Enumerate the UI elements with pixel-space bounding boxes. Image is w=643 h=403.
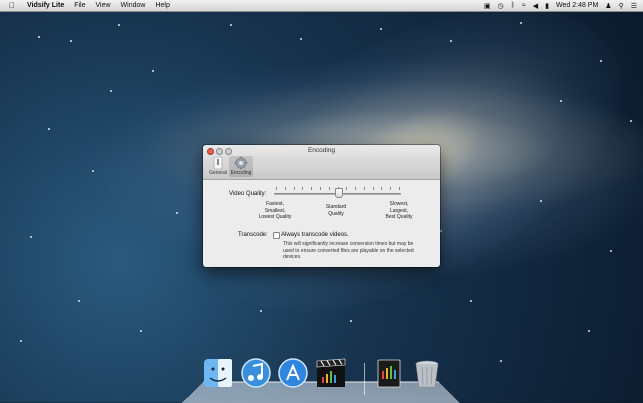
star: [230, 24, 232, 26]
star: [610, 250, 612, 252]
encoding-window: Encoding General Encoding Video Quality:: [203, 145, 440, 267]
star: [48, 128, 50, 130]
slider-tick: [363, 187, 365, 190]
slider-tick: [372, 187, 374, 190]
star: [350, 320, 352, 322]
user-icon[interactable]: ♟: [605, 2, 611, 10]
window-title: Encoding: [307, 147, 336, 154]
menu-bar:  Vidsify Lite File View Window Help ▣ ◷…: [0, 0, 643, 12]
quality-caption-high: Slowest, Largest, Best Quality: [385, 201, 413, 220]
star: [440, 230, 442, 232]
wifi-icon[interactable]: ≈: [522, 2, 526, 9]
slider-tick: [328, 187, 330, 190]
star: [300, 38, 302, 40]
list-icon[interactable]: ☰: [631, 2, 637, 10]
star: [30, 236, 32, 238]
star: [600, 60, 602, 62]
star: [560, 100, 562, 102]
star: [38, 36, 40, 38]
star: [110, 90, 112, 92]
star: [520, 22, 522, 24]
slider-tick: [276, 187, 277, 190]
battery-icon[interactable]: ▮: [545, 2, 549, 10]
slider-tick: [311, 187, 313, 190]
slider-tick: [381, 187, 383, 190]
star: [380, 28, 382, 30]
display-icon[interactable]: ▣: [484, 2, 491, 10]
always-transcode-checkbox[interactable]: [273, 232, 280, 239]
general-icon: [213, 156, 223, 170]
slider-tick: [293, 187, 295, 190]
app-store-icon[interactable]: [277, 357, 309, 389]
apple-logo-icon[interactable]: : [7, 1, 17, 10]
star: [78, 300, 80, 302]
star: [588, 330, 590, 332]
menu-help[interactable]: Help: [155, 2, 169, 9]
tab-encoding[interactable]: Encoding: [229, 156, 253, 177]
star: [540, 200, 542, 202]
menu-window[interactable]: Window: [121, 2, 146, 9]
transcode-note: This will significantly increase convers…: [283, 241, 414, 260]
video-quality-label: Video Quality:: [229, 191, 267, 197]
star: [500, 360, 502, 362]
title-bar[interactable]: Encoding General Encoding: [203, 145, 440, 180]
itunes-icon[interactable]: [240, 357, 272, 389]
slider-tick: [319, 187, 321, 190]
clock[interactable]: Wed 2:48 PM: [556, 2, 598, 9]
dock-separator: [364, 363, 365, 395]
bluetooth-icon[interactable]: ᛒ: [511, 2, 515, 9]
star: [630, 120, 632, 122]
quality-caption-standard: Standard Quality: [325, 204, 347, 217]
star: [70, 40, 72, 42]
menu-app-name[interactable]: Vidsify Lite: [27, 2, 64, 9]
encoding-pane: Video Quality: Fastest, Smallest, Lowest…: [203, 180, 440, 267]
spotlight-icon[interactable]: ⚲: [619, 2, 624, 10]
star: [140, 330, 142, 332]
slider-tick: [390, 187, 392, 190]
slider-tick: [346, 187, 348, 190]
trash-icon[interactable]: [411, 357, 443, 389]
slider-tick: [399, 187, 400, 190]
star: [450, 40, 452, 42]
star: [118, 24, 120, 26]
video-quality-slider-knob[interactable]: [334, 188, 343, 198]
gear-icon: [234, 156, 248, 170]
star: [20, 340, 22, 342]
star: [260, 310, 262, 312]
tab-general-label: General: [209, 170, 227, 176]
tab-encoding-label: Encoding: [230, 170, 252, 176]
star: [470, 300, 472, 302]
volume-icon[interactable]: ◀: [533, 2, 538, 10]
slider-tick: [284, 187, 286, 190]
quality-caption-low: Fastest, Smallest, Lowest Quality: [258, 201, 292, 220]
slider-tick: [355, 187, 357, 190]
vidsify-lite-icon[interactable]: [315, 357, 347, 389]
time-machine-icon[interactable]: ◷: [498, 2, 504, 10]
menu-file[interactable]: File: [74, 2, 85, 9]
star: [152, 70, 154, 72]
slider-tick: [302, 187, 304, 190]
menu-extras: ▣ ◷ ᛒ ≈ ◀ ▮ Wed 2:48 PM ♟ ⚲ ☰: [477, 0, 637, 11]
finder-icon[interactable]: [202, 357, 234, 389]
document-icon[interactable]: [373, 357, 405, 389]
always-transcode-label[interactable]: Always transcode videos.: [281, 232, 349, 238]
menu-view[interactable]: View: [96, 2, 111, 9]
transcode-label: Transcode:: [238, 232, 268, 238]
tab-general[interactable]: General: [206, 156, 230, 176]
star: [176, 212, 178, 214]
star: [92, 170, 94, 172]
